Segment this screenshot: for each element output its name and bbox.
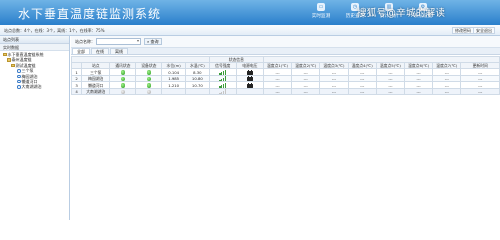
- device-status: [135, 87, 163, 96]
- table-cell: ---: [403, 87, 434, 96]
- table-cell: ---: [291, 87, 321, 96]
- battery-icon: [246, 76, 253, 81]
- watermark-text: 搜狐号@辛城的解读: [357, 8, 446, 19]
- water-temp: [185, 87, 210, 96]
- table-cell: ---: [262, 87, 293, 96]
- folder-icon: [3, 52, 7, 57]
- realtime-data-panel[interactable]: 实时数据: [0, 44, 69, 51]
- comm-status: [109, 87, 137, 96]
- battery-icon: [246, 69, 253, 75]
- panel-label: 实时数据: [3, 45, 19, 50]
- battery-icon: [246, 82, 253, 88]
- station-summary: 站点总数：4个，在线：3个，离线：1个，在线率：75%: [4, 28, 105, 33]
- sidebar-header: 站点列表: [0, 36, 69, 44]
- online-status-icon: [120, 76, 126, 81]
- online-status-icon: [120, 83, 126, 88]
- table-cell: ---: [319, 87, 349, 96]
- tree-node-station[interactable]: 大南湖湖泊: [0, 84, 69, 89]
- online-status-icon: [146, 70, 152, 75]
- search-icon: ⌕: [147, 39, 150, 44]
- tab-online[interactable]: 在线: [91, 48, 109, 54]
- tab-all[interactable]: 全部: [72, 48, 90, 54]
- station-tree: 水下垂直温度链系统 泰州温度链 测试温度链 三个泵 梅园湖泊 懒道河口 大南湖湖…: [0, 51, 69, 90]
- logout-button[interactable]: 安全退出: [473, 27, 495, 34]
- col-header[interactable]: 温度点1(℃): [262, 62, 293, 70]
- sidebar: 站点列表 实时数据 水下垂直温度链系统 泰州温度链 测试温度链 三个泵 梅园湖泊…: [0, 36, 70, 220]
- system-title: 水下垂直温度链监测系统: [18, 7, 162, 21]
- watermark: 搜狐号@辛城的解读: [357, 5, 445, 19]
- col-header[interactable]: 温度点2(℃): [291, 62, 321, 70]
- search-button[interactable]: ⌕ 查询: [144, 38, 162, 45]
- station-name-select[interactable]: [96, 38, 141, 45]
- signal-cell: [208, 87, 237, 96]
- table-row[interactable]: 4 大南湖湖泊 --- --- --- --- --- --- --- ---: [70, 87, 500, 96]
- col-header[interactable]: 温度点6(℃): [403, 62, 434, 70]
- online-status-icon: [120, 70, 126, 75]
- col-header[interactable]: 温度点5(℃): [375, 62, 406, 70]
- signal-strength-icon: [219, 69, 226, 75]
- col-header[interactable]: 温度点3(℃): [319, 62, 349, 70]
- online-status-icon: [146, 83, 152, 88]
- status-bar: 站点总数：4个，在线：3个，离线：1个，在线率：75% 修改密码 安全退出: [0, 25, 500, 36]
- nav-realtime-monitor[interactable]: ▭ 实时监测: [305, 3, 337, 19]
- filter-tabs: 全部 在线 离线: [71, 48, 500, 55]
- col-header[interactable]: 温度点4(℃): [347, 62, 377, 70]
- station-table: 状态信息 站点 通讯状态 设备状态 水位(m) 水温(℃) 信号强度 电源电压 …: [70, 55, 500, 115]
- table-cell: ---: [347, 87, 377, 96]
- table-cell: ---: [460, 87, 500, 96]
- tree-node-label: 大南湖湖泊: [21, 84, 42, 90]
- station-icon: [17, 69, 21, 73]
- search-button-label: 查询: [150, 39, 159, 44]
- search-bar: 站点名称： ⌕ 查询: [71, 36, 500, 48]
- power-cell: [235, 87, 264, 96]
- change-password-button[interactable]: 修改密码: [452, 27, 474, 34]
- station-name: 大南湖湖泊: [81, 87, 111, 96]
- monitor-icon: ▭: [317, 3, 325, 11]
- row-number: 4: [70, 87, 83, 96]
- main-content: 站点名称： ⌕ 查询 全部 在线 离线 状态信息 站点 通讯状态: [70, 36, 500, 220]
- signal-strength-icon: [219, 76, 226, 81]
- station-icon: [17, 74, 21, 78]
- folder-icon: [7, 58, 11, 62]
- nav-label: 实时监测: [311, 14, 331, 19]
- col-header[interactable]: 温度点7(℃): [432, 62, 462, 70]
- station-icon: [17, 79, 21, 84]
- table-cell: ---: [432, 87, 462, 96]
- folder-icon: [11, 63, 15, 68]
- table-cell: ---: [375, 87, 406, 96]
- station-icon: [17, 85, 21, 89]
- tab-offline[interactable]: 离线: [110, 48, 128, 54]
- signal-strength-icon: [219, 89, 226, 94]
- signal-strength-icon: [219, 82, 226, 88]
- offline-status-icon: [120, 89, 126, 94]
- search-label: 站点名称：: [75, 39, 95, 44]
- online-status-icon: [146, 76, 152, 81]
- water-level: [161, 87, 187, 96]
- offline-status-icon: [146, 89, 152, 94]
